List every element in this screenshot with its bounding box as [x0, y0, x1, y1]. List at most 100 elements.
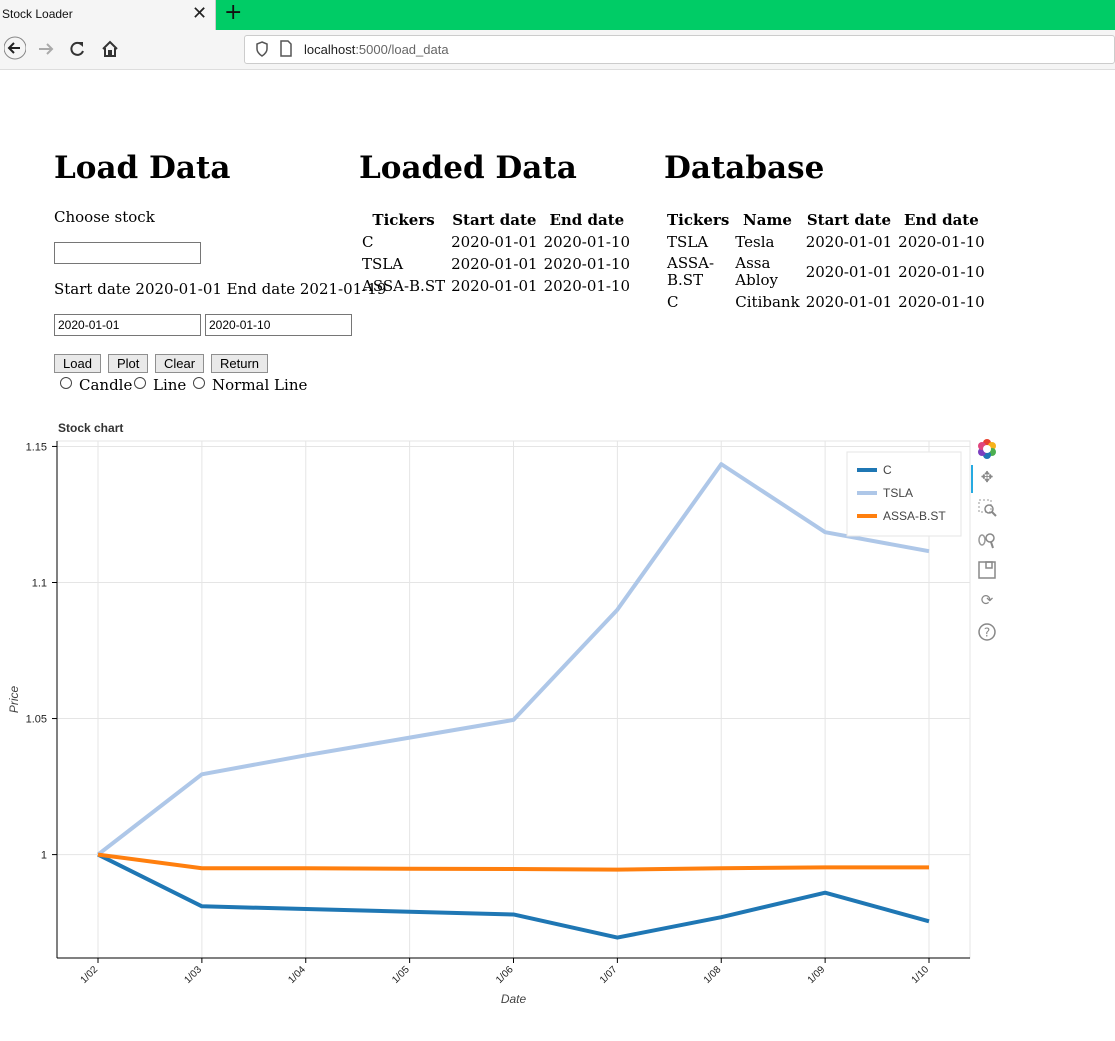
reset-icon[interactable]: ⟳ [975, 591, 999, 615]
x-tick-label: 1/04 [286, 964, 308, 986]
browser-tab[interactable]: Stock Loader ✕ [0, 0, 216, 30]
new-tab-icon[interactable]: + [224, 0, 242, 25]
table-row: TSLA Tesla 2020-01-01 2020-01-10 [664, 231, 988, 253]
x-tick-label: 1/08 [702, 964, 724, 986]
forward-icon[interactable] [36, 39, 56, 64]
table-cell: 2020-01-10 [543, 277, 631, 295]
table-cell: 2020-01-01 [451, 255, 538, 273]
x-axis-label: Date [501, 992, 527, 1006]
x-tick-label: 1/09 [806, 964, 828, 986]
y-tick-label: 1.15 [26, 441, 47, 453]
table-cell: ASSA- B.ST [667, 254, 715, 289]
column-header: Tickers [667, 211, 730, 229]
x-tick-label: 1/02 [79, 964, 101, 986]
table-cell: 2020-01-10 [898, 263, 985, 281]
navigation-bar: localhost:5000/load_data [0, 30, 1115, 70]
legend-label[interactable]: ASSA-B.ST [883, 509, 946, 523]
legend-label[interactable]: C [883, 463, 892, 477]
x-tick-label: 1/05 [390, 964, 412, 986]
column-header: Start date [806, 211, 892, 229]
database-heading: Database [664, 150, 825, 186]
tab-title: Stock Loader [2, 7, 73, 21]
load-button[interactable]: Load [54, 354, 101, 373]
tab-bar: Stock Loader ✕ + [0, 0, 1115, 30]
line-radio[interactable] [134, 377, 146, 389]
load-data-heading: Load Data [54, 150, 231, 186]
table-cell: 2020-01-10 [898, 293, 985, 311]
table-cell: 2020-01-10 [543, 255, 631, 273]
stock-chart[interactable]: 1 1.05 1.1 1.15 1/02 1/03 1/04 1/05 1/06 1/07 1/08… [0, 430, 975, 1020]
end-date-input[interactable] [205, 314, 352, 336]
table-row: C 2020-01-01 2020-01-10 [359, 231, 633, 253]
column-header: End date [549, 211, 625, 229]
table-cell: 2020-01-01 [805, 293, 893, 311]
table-header-row: Tickers Name Start date End date [664, 209, 988, 231]
y-tick-label: 1.05 [26, 714, 47, 726]
candle-radio-label: Candle [79, 376, 133, 394]
url-text[interactable]: localhost:5000/load_data [304, 42, 449, 57]
plot-button[interactable]: Plot [108, 354, 149, 373]
pan-icon[interactable]: ✥ [975, 468, 999, 492]
url-path: :5000/load_data [355, 42, 449, 57]
back-icon[interactable] [3, 35, 27, 66]
close-tab-icon[interactable]: ✕ [192, 3, 207, 24]
column-header: Start date [452, 211, 537, 229]
page-icon [279, 40, 293, 62]
stock-input[interactable] [54, 242, 201, 264]
table-cell: 2020-01-10 [543, 233, 631, 251]
date-range-text: Start date 2020-01-01 End date 2021-01-1… [54, 280, 387, 298]
table-cell: Tesla [735, 233, 775, 251]
return-button[interactable]: Return [211, 354, 269, 373]
url-bar[interactable]: localhost:5000/load_data [244, 35, 1115, 64]
y-tick-label: 1.1 [32, 577, 47, 589]
database-table: Tickers Name Start date End date TSLA Te… [664, 209, 988, 313]
y-tick-label: 1 [41, 850, 47, 862]
bokeh-logo-icon[interactable] [975, 438, 999, 462]
table-row: TSLA 2020-01-01 2020-01-10 [359, 253, 633, 275]
candle-radio[interactable] [60, 377, 72, 389]
table-cell: Citibank [735, 293, 800, 311]
svg-text:?: ? [984, 626, 990, 640]
x-tick-label: 1/10 [910, 964, 932, 986]
choose-stock-label: Choose stock [54, 208, 155, 226]
x-tick-label: 1/07 [598, 964, 620, 986]
table-cell: C [667, 293, 679, 311]
y-axis-label: Price [7, 686, 21, 714]
table-cell: ASSA-B.ST [362, 277, 446, 295]
table-cell: TSLA [667, 233, 709, 251]
url-host: localhost [304, 42, 356, 57]
table-cell: 2020-01-01 [805, 233, 893, 251]
x-tick-label: 1/06 [494, 964, 516, 986]
table-cell: 2020-01-01 [451, 233, 538, 251]
home-icon[interactable] [100, 39, 120, 64]
start-date-input[interactable] [54, 314, 201, 336]
table-header-row: Tickers Start date End date [359, 209, 633, 231]
table-cell: 2020-01-10 [898, 233, 985, 251]
table-row: ASSA- B.ST Assa Abloy 2020-01-01 2020-01… [664, 253, 988, 291]
table-cell: 2020-01-01 [805, 263, 893, 281]
help-icon[interactable]: ? [975, 622, 999, 646]
save-icon[interactable] [975, 560, 999, 584]
column-header: Tickers [372, 211, 435, 229]
wheel-zoom-icon[interactable] [975, 530, 999, 554]
table-cell: Assa Abloy [735, 254, 779, 289]
box-zoom-icon[interactable] [975, 498, 999, 522]
loaded-data-heading: Loaded Data [359, 150, 577, 186]
normal-line-radio[interactable] [193, 377, 205, 389]
clear-button[interactable]: Clear [155, 354, 205, 373]
reload-icon[interactable] [68, 39, 86, 64]
table-cell: TSLA [362, 255, 404, 273]
x-tick-label: 1/03 [182, 964, 204, 986]
table-row: ASSA-B.ST 2020-01-01 2020-01-10 [359, 275, 633, 297]
column-header: Name [743, 211, 792, 229]
legend-label[interactable]: TSLA [883, 486, 913, 500]
active-tool-indicator [971, 465, 973, 493]
loaded-data-table: Tickers Start date End date C 2020-01-01… [359, 209, 633, 297]
shield-icon[interactable] [255, 41, 269, 61]
table-row: C Citibank 2020-01-01 2020-01-10 [664, 291, 988, 313]
table-cell: 2020-01-01 [451, 277, 538, 295]
line-radio-label: Line [153, 376, 187, 394]
column-header: End date [904, 211, 979, 229]
normal-line-radio-label: Normal Line [212, 376, 308, 394]
table-cell: C [362, 233, 374, 251]
